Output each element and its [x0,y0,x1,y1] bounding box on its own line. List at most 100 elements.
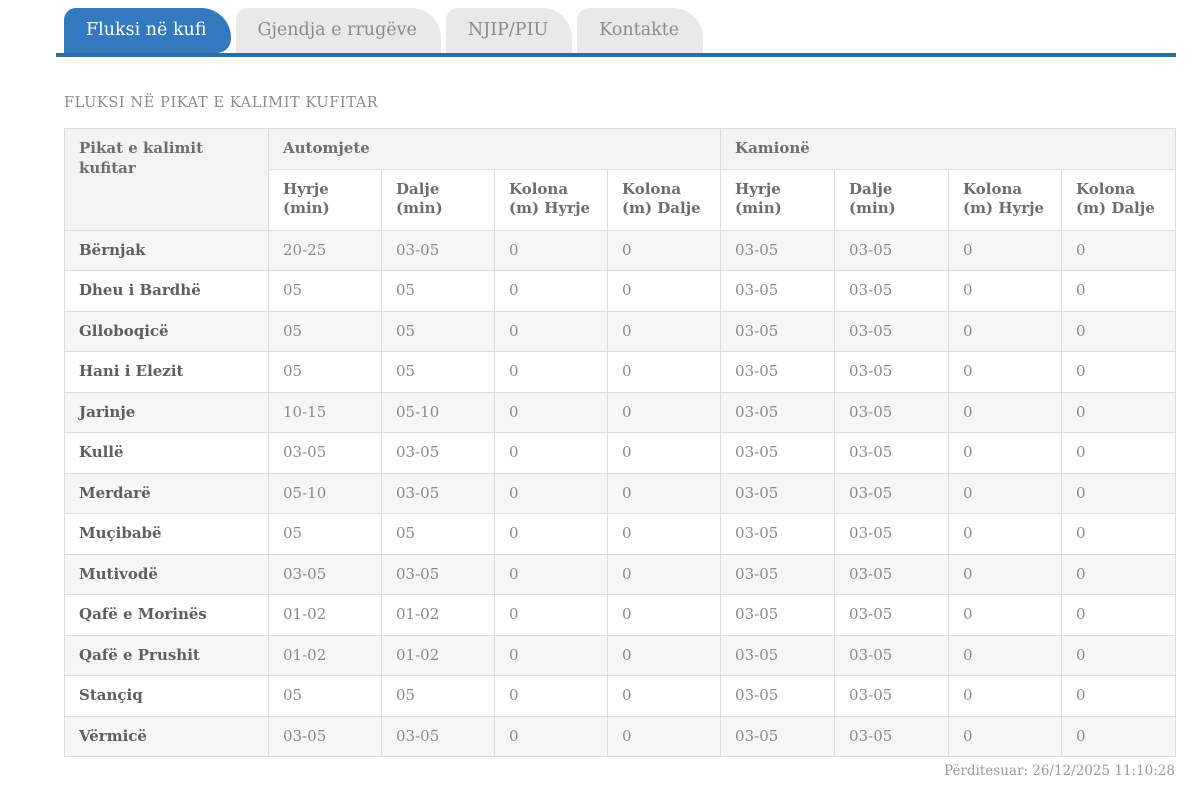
table-row: Qafë e Morinës 01-02 01-02 0 0 03-05 03-05 0 0 [64,594,1177,636]
kamione-value-cell: 0 [1061,270,1177,312]
automjete-value-cell: 0 [494,594,608,636]
kamione-value-cell: 0 [1061,513,1177,555]
kamione-value-cell: 03-05 [720,351,836,393]
table-row: Kullë 03-05 03-05 0 0 03-05 03-05 0 0 [64,432,1177,474]
kamione-value-cell: 0 [1061,310,1177,352]
automjete-value-cell: 0 [494,432,608,474]
kamione-value-cell: 0 [1061,351,1177,393]
automjete-value-cell: 0 [606,594,722,636]
column-header-kolona-hyrje: Kolona (m) Hyrje [948,168,1063,231]
automjete-value-cell: 05 [268,513,382,555]
kamione-value-cell: 0 [1061,229,1177,271]
kamione-value-cell: 03-05 [834,432,950,474]
kamione-value-cell: 0 [948,553,1063,595]
kamione-value-cell: 03-05 [834,229,950,271]
kamione-value-cell: 03-05 [720,715,836,757]
automjete-value-cell: 0 [494,675,608,717]
column-header-kolona-dalje: Kolona (m) Dalje [1061,168,1177,231]
kamione-value-cell: 03-05 [834,310,950,352]
kamione-value-cell: 0 [948,270,1063,312]
kamione-value-cell: 0 [948,351,1063,393]
tab-kontakte[interactable]: Kontakte [577,8,704,53]
group-header-kamione: Kamionë [720,128,1177,170]
automjete-value-cell: 20-25 [268,229,382,271]
column-header-dalje-min: Dalje (min) [834,168,950,231]
kamione-value-cell: 03-05 [834,472,950,514]
kamione-value-cell: 03-05 [720,229,836,271]
kamione-value-cell: 0 [1061,675,1177,717]
automjete-value-cell: 03-05 [268,553,382,595]
automjete-value-cell: 05 [268,270,382,312]
crossing-point-name: Bërnjak [64,229,269,271]
kamione-value-cell: 03-05 [720,391,836,433]
header-group-row: Pikat e kalimit kufitar Automjete Kamion… [64,128,1177,231]
group-header-automjete: Automjete [267,128,722,170]
kamione-value-cell: 0 [1061,715,1177,757]
kamione-value-cell: 0 [948,229,1063,271]
crossing-point-name: Muçibabë [64,513,269,555]
tab-njip-piu[interactable]: NJIP/PIU [445,8,573,53]
automjete-value-cell: 0 [494,472,608,514]
kamione-value-cell: 03-05 [834,553,950,595]
kamione-value-cell: 0 [948,513,1063,555]
automjete-value-cell: 0 [606,391,722,433]
kamione-value-cell: 03-05 [720,310,836,352]
automjete-value-cell: 05 [268,310,382,352]
automjete-value-cell: 0 [606,310,722,352]
automjete-value-cell: 0 [606,553,722,595]
column-header-dalje-min: Dalje (min) [381,168,495,231]
table-row: Qafë e Prushit 01-02 01-02 0 0 03-05 03-05 0 0 [64,634,1177,676]
automjete-value-cell: 01-02 [381,594,495,636]
kamione-value-cell: 0 [1061,634,1177,676]
automjete-value-cell: 03-05 [268,715,382,757]
automjete-value-cell: 01-02 [381,634,495,676]
column-header-hyrje-min: Hyrje (min) [268,168,382,231]
table-row: Hani i Elezit 05 05 0 0 03-05 03-05 0 0 [64,351,1177,393]
kamione-value-cell: 0 [948,715,1063,757]
kamione-value-cell: 03-05 [720,270,836,312]
kamione-value-cell: 0 [1061,432,1177,474]
table-row: Jarinje 10-15 05-10 0 0 03-05 03-05 0 0 [64,391,1177,433]
automjete-value-cell: 05 [381,513,495,555]
table-row: Dheu i Bardhë 05 05 0 0 03-05 03-05 0 0 [64,270,1177,312]
kamione-value-cell: 0 [1061,391,1177,433]
crossing-point-name: Mutivodë [64,553,269,595]
automjete-value-cell: 10-15 [268,391,382,433]
automjete-value-cell: 0 [494,229,608,271]
automjete-value-cell: 0 [606,675,722,717]
automjete-value-cell: 03-05 [381,432,495,474]
kamione-value-cell: 03-05 [720,634,836,676]
crossing-point-name: Qafë e Prushit [64,634,269,676]
automjete-value-cell: 05 [381,270,495,312]
kamione-value-cell: 0 [1061,553,1177,595]
table-row: Glloboqicë 05 05 0 0 03-05 03-05 0 0 [64,310,1177,352]
kamione-value-cell: 0 [948,472,1063,514]
border-flow-table: Pikat e kalimit kufitar Automjete Kamion… [64,128,1177,757]
automjete-value-cell: 03-05 [381,553,495,595]
kamione-value-cell: 0 [1061,472,1177,514]
tab-gjendja-e-rrugeve[interactable]: Gjendja e rrugëve [235,8,441,53]
automjete-value-cell: 05 [381,310,495,352]
kamione-value-cell: 0 [948,634,1063,676]
kamione-value-cell: 0 [1061,594,1177,636]
kamione-value-cell: 0 [948,675,1063,717]
automjete-value-cell: 05 [381,351,495,393]
crossing-point-name: Dheu i Bardhë [64,270,269,312]
crossing-point-name: Glloboqicë [64,310,269,352]
crossing-point-name: Qafë e Morinës [64,594,269,636]
kamione-value-cell: 03-05 [720,553,836,595]
kamione-value-cell: 03-05 [834,513,950,555]
kamione-value-cell: 0 [948,310,1063,352]
table-row: Bërnjak 20-25 03-05 0 0 03-05 03-05 0 0 [64,229,1177,271]
automjete-value-cell: 05 [268,675,382,717]
column-header-hyrje-min: Hyrje (min) [720,168,836,231]
kamione-value-cell: 03-05 [720,594,836,636]
automjete-value-cell: 0 [606,270,722,312]
tab-fluksi-ne-kufi[interactable]: Fluksi në kufi [64,8,231,53]
crossing-point-name: Hani i Elezit [64,351,269,393]
crossing-point-name: Jarinje [64,391,269,433]
automjete-value-cell: 0 [494,553,608,595]
crossing-point-name: Kullë [64,432,269,474]
automjete-value-cell: 05-10 [268,472,382,514]
automjete-value-cell: 0 [494,351,608,393]
